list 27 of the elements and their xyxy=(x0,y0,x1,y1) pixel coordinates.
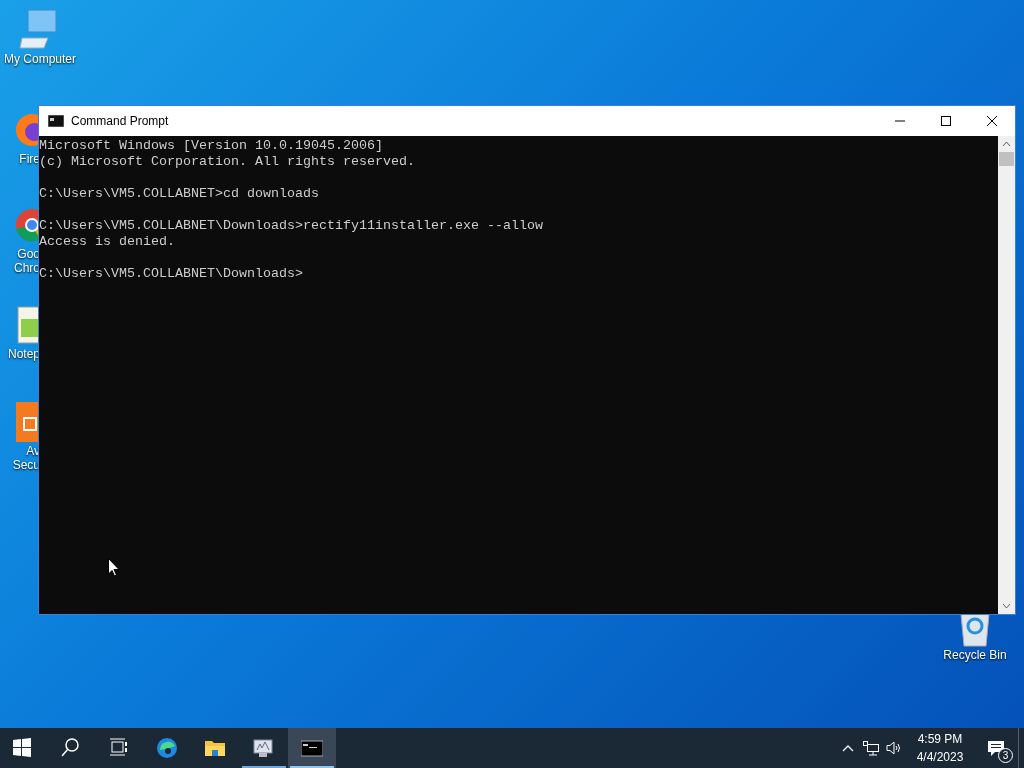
notification-count: 3 xyxy=(998,748,1013,763)
maximize-icon xyxy=(941,116,951,126)
scrollbar[interactable] xyxy=(998,136,1015,614)
close-icon xyxy=(987,116,997,126)
browser-icon xyxy=(157,738,179,758)
icon-label[interactable]: Recycle Bin xyxy=(943,648,1007,662)
console-line: C:\Users\VM5.COLLABNET>cd downloads xyxy=(39,186,320,202)
console-icon xyxy=(301,738,323,758)
folder-icon xyxy=(205,738,227,758)
notifications-button[interactable]: 3 xyxy=(974,728,1018,768)
console-icon xyxy=(48,115,64,127)
mouse-pointer-icon xyxy=(108,558,120,577)
console-line: C:\Users\VM5.COLLABNET\Downloads>rectify11installer.exe --allow xyxy=(39,218,544,234)
console-line: Microsoft Windows [Version 10.0.19045.2006] xyxy=(39,138,384,154)
console-line: Access is denied. xyxy=(39,234,176,250)
icon-label[interactable]: Goo Chro xyxy=(14,247,40,275)
console-line: (c) Microsoft Corporation. All rights reserved. xyxy=(39,154,416,170)
network-icon[interactable] xyxy=(862,740,880,756)
console-line: C:\Users\VM5.COLLABNET\Downloads> xyxy=(39,266,304,282)
chevron-up-icon xyxy=(842,744,854,752)
window-title: Command Prompt xyxy=(71,113,170,130)
clock[interactable]: 4:59 PM 4/4/2023 xyxy=(906,728,974,768)
icon-label[interactable]: Av Secu xyxy=(12,444,40,472)
taskbar-app-button[interactable] xyxy=(288,728,336,768)
monitor-icon xyxy=(253,738,275,758)
scrollbar-thumb[interactable] xyxy=(999,152,1014,166)
volume-icon[interactable] xyxy=(886,740,902,756)
